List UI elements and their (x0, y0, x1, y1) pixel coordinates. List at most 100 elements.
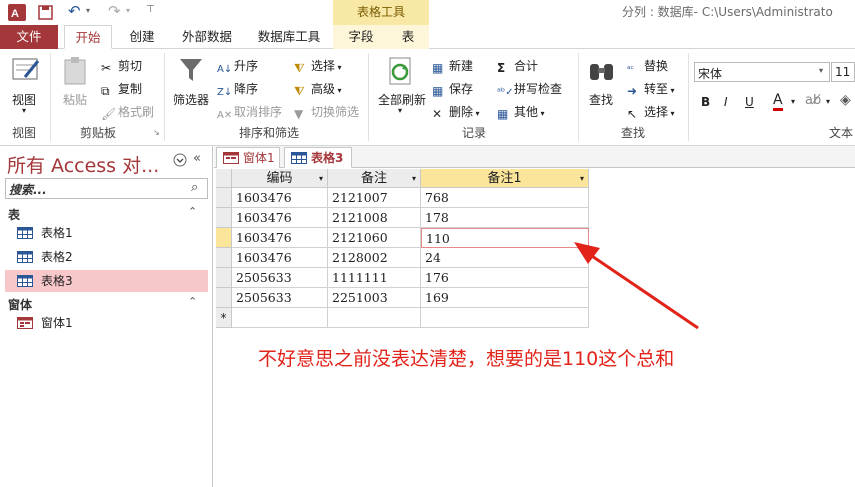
font-name-select[interactable]: 宋体 ▾ (694, 62, 830, 82)
tab-home[interactable]: 开始 (64, 25, 112, 49)
sort-ascending-button[interactable]: A↓ 升序 (217, 57, 258, 78)
remove-sort-button[interactable]: A✕ 取消排序 (217, 103, 282, 124)
font-color-dropdown-icon[interactable]: ▾ (791, 97, 795, 106)
format-painter-button[interactable]: 🖌 格式刷 (101, 103, 154, 121)
view-icon[interactable] (11, 55, 41, 85)
table-cell[interactable]: 1603476 (232, 248, 328, 268)
table-cell[interactable]: 2121007 (328, 188, 421, 208)
filter-button[interactable]: 筛选器 (173, 91, 209, 108)
delete-record-button[interactable]: ✕ 删除 ▾ (432, 103, 480, 121)
save-record-button[interactable]: ▦ 保存 (432, 80, 473, 98)
row-selector[interactable] (216, 208, 232, 228)
font-color-icon[interactable]: A (773, 93, 783, 111)
search-icon[interactable]: ⌕ (191, 180, 198, 195)
binoculars-icon[interactable] (588, 58, 616, 84)
tab-file[interactable]: 文件 (0, 25, 58, 49)
row-selector-current[interactable] (216, 228, 232, 248)
table-cell-new[interactable] (232, 308, 328, 328)
doc-tab-form1[interactable]: 窗体1 (216, 147, 280, 168)
paste-icon[interactable] (62, 56, 90, 86)
row-selector[interactable] (216, 288, 232, 308)
tab-fields[interactable]: 字段 (343, 25, 379, 49)
collapse-pane-icon[interactable]: « (193, 151, 201, 166)
nav-item-table1[interactable]: 表格1 (5, 222, 208, 244)
table-cell[interactable]: 2121008 (328, 208, 421, 228)
table-cell[interactable]: 178 (421, 208, 589, 228)
select-button[interactable]: ↖ 选择 ▾ (627, 103, 675, 121)
highlight-icon[interactable]: ab̸ (805, 93, 821, 108)
font-size-select[interactable]: 11 (831, 62, 855, 82)
replace-button[interactable]: ᵃᶜ 替换 (627, 57, 668, 79)
nav-menu-chevron-icon[interactable] (173, 153, 187, 167)
filter-icon[interactable] (178, 56, 204, 84)
nav-item-form1[interactable]: 窗体1 (5, 312, 208, 334)
find-button[interactable]: 查找 (589, 91, 613, 108)
save-icon[interactable] (38, 5, 53, 20)
nav-section-tables[interactable]: 表 (8, 206, 20, 223)
separator (164, 53, 165, 141)
nav-section-forms[interactable]: 窗体 (8, 296, 32, 313)
table-cell[interactable]: 768 (421, 188, 589, 208)
table-cell[interactable]: 2505633 (232, 288, 328, 308)
spelling-button[interactable]: ᵃᵇ✓拼写检查 (497, 80, 562, 101)
column-header-note1[interactable]: 备注1 ▾ (421, 169, 589, 188)
table-cell[interactable]: 1603476 (232, 188, 328, 208)
redo-dropdown-icon[interactable]: ▾ (126, 6, 130, 15)
view-dropdown-icon[interactable]: ▾ (22, 106, 26, 115)
section-collapse-icon[interactable]: ⌃ (188, 295, 197, 308)
paste-button[interactable]: 粘贴 (63, 91, 87, 108)
tab-table[interactable]: 表 (395, 25, 421, 49)
column-header-code[interactable]: 编码 ▾ (232, 169, 328, 188)
nav-item-table2[interactable]: 表格2 (5, 246, 208, 268)
redo-icon[interactable]: ↷ (108, 2, 121, 20)
select-all-corner[interactable] (216, 169, 232, 188)
bold-button[interactable]: B (701, 95, 710, 109)
tab-external-data[interactable]: 外部数据 (178, 25, 236, 49)
cut-button[interactable]: ✂ 剪切 (101, 57, 142, 75)
doc-tab-table3[interactable]: 表格3 (284, 147, 352, 168)
row-selector[interactable] (216, 188, 232, 208)
goto-button[interactable]: ➜ 转至 ▾ (627, 80, 675, 98)
copy-button[interactable]: ⧉ 复制 (101, 80, 142, 98)
table-cell-new[interactable] (328, 308, 421, 328)
new-record-button[interactable]: ▦ 新建 (432, 57, 473, 75)
sort-descending-button[interactable]: Z↓ 降序 (217, 80, 258, 101)
table-cell[interactable]: 2121060 (328, 228, 421, 248)
tab-create[interactable]: 创建 (124, 25, 160, 49)
column-header-note[interactable]: 备注 ▾ (328, 169, 421, 188)
nav-pane-title[interactable]: 所有 Access 对... (7, 151, 159, 178)
tab-database-tools[interactable]: 数据库工具 (254, 25, 324, 49)
underline-button[interactable]: U (745, 95, 754, 109)
fill-color-icon[interactable]: ◈ (840, 92, 851, 108)
selection-filter-button[interactable]: ⧨ 选择 ▾ (294, 57, 342, 75)
table-cell[interactable]: 1111111 (328, 268, 421, 288)
table-cell[interactable]: 2128002 (328, 248, 421, 268)
row-selector[interactable] (216, 248, 232, 268)
goto-arrow-icon: ➜ (627, 84, 638, 98)
nav-item-table3[interactable]: 表格3 (5, 270, 208, 292)
column-dropdown-icon[interactable]: ▾ (319, 169, 323, 188)
undo-dropdown-icon[interactable]: ▾ (86, 6, 90, 15)
advanced-filter-button[interactable]: ⧨ 高级 ▾ (294, 80, 342, 98)
table-cell[interactable]: 1603476 (232, 228, 328, 248)
undo-icon[interactable]: ↶ (68, 2, 81, 20)
italic-button[interactable]: I (724, 95, 728, 109)
column-dropdown-icon[interactable]: ▾ (412, 169, 416, 188)
table-cell[interactable]: 1603476 (232, 208, 328, 228)
refresh-all-icon[interactable] (386, 56, 416, 86)
section-collapse-icon[interactable]: ⌃ (188, 205, 197, 218)
more-records-button[interactable]: ▦ 其他 ▾ (497, 103, 545, 121)
table-tools-context-label: 表格工具 (333, 0, 429, 25)
highlight-dropdown-icon[interactable]: ▾ (826, 97, 830, 106)
table-cell[interactable]: 2505633 (232, 268, 328, 288)
clipboard-launcher-icon[interactable]: ↘ (153, 128, 160, 137)
toggle-filter-button[interactable]: ▼ 切换筛选 (294, 103, 359, 121)
table-cell[interactable]: 2251003 (328, 288, 421, 308)
new-row-marker[interactable]: * (216, 308, 232, 328)
refresh-dropdown-icon[interactable]: ▾ (398, 106, 402, 115)
totals-button[interactable]: Σ 合计 (497, 57, 538, 75)
customize-qat-icon[interactable]: ⊤ (146, 4, 155, 15)
sort-ascending-icon: A↓ (217, 64, 233, 75)
column-dropdown-icon[interactable]: ▾ (580, 169, 584, 188)
row-selector[interactable] (216, 268, 232, 288)
